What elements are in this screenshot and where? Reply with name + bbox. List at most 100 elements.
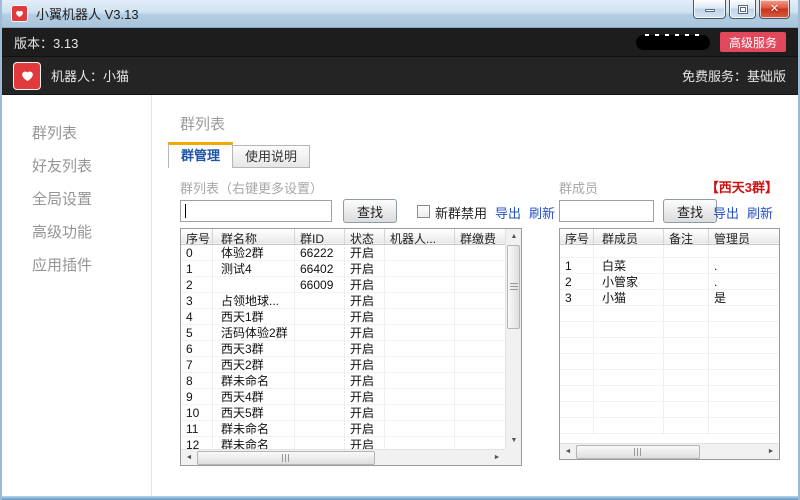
group-table-hscrollbar[interactable]: ◄ ► (181, 449, 505, 465)
hscroll-track[interactable] (700, 444, 763, 459)
scroll-right-icon[interactable]: ► (489, 450, 505, 466)
scroll-left-icon[interactable]: ◄ (560, 444, 576, 460)
member-export-link[interactable]: 导出 (713, 203, 739, 222)
member-panel-title: 群成员 (559, 178, 598, 197)
member-table-hscrollbar[interactable]: ◄ ► (560, 443, 779, 459)
table-cell: 小管家 (594, 274, 664, 290)
column-header[interactable]: 序号 (181, 229, 213, 244)
thumb-grip-icon (510, 283, 518, 291)
group-search-input[interactable] (180, 200, 332, 222)
table-row[interactable] (560, 402, 779, 418)
table-cell: 开启 (345, 325, 385, 341)
redacted-pill (636, 35, 710, 50)
table-row[interactable]: 11群未命名开启 (181, 421, 505, 437)
hscroll-track[interactable] (375, 450, 489, 465)
table-row[interactable]: 3占领地球...开启 (181, 293, 505, 309)
table-cell (455, 389, 505, 405)
vscroll-track[interactable] (506, 329, 521, 433)
column-header[interactable]: 状态 (345, 229, 385, 244)
vscroll-thumb[interactable] (507, 245, 520, 329)
table-row[interactable]: 12群未命名开启 (181, 437, 505, 449)
hscroll-thumb[interactable] (197, 451, 375, 465)
column-header[interactable]: 备注 (664, 229, 709, 244)
group-table-vscrollbar[interactable]: ▲ ▼ (505, 229, 521, 449)
table-cell (709, 418, 779, 434)
hscroll-thumb[interactable] (576, 445, 700, 459)
table-row[interactable]: 7西天2群开启 (181, 357, 505, 373)
table-row[interactable] (560, 418, 779, 434)
robot-bar: 机器人：小猫 免费服务：基础版 (2, 57, 798, 95)
table-cell: 2 (181, 277, 213, 293)
tab-usage-instructions[interactable]: 使用说明 (232, 145, 310, 168)
table-cell: 测试4 (213, 261, 295, 277)
sidebar-item-global-settings[interactable]: 全局设置 (2, 183, 151, 216)
table-cell (709, 354, 779, 370)
group-export-link[interactable]: 导出 (495, 203, 521, 222)
table-cell (594, 354, 664, 370)
premium-service-button[interactable]: 高级服务 (720, 32, 786, 52)
table-cell (709, 402, 779, 418)
sidebar-item-group-list[interactable]: 群列表 (2, 117, 151, 150)
table-cell (295, 325, 345, 341)
close-button[interactable]: ✕ (759, 0, 790, 19)
table-row[interactable]: 1测试466402开启 (181, 261, 505, 277)
table-row[interactable] (560, 370, 779, 386)
member-search-input[interactable] (559, 200, 654, 222)
window-bottom-frame (2, 496, 798, 500)
table-cell (709, 306, 779, 322)
new-group-disable-checkbox[interactable] (417, 205, 430, 218)
table-row[interactable]: 266009开启 (181, 277, 505, 293)
sidebar-item-friend-list[interactable]: 好友列表 (2, 150, 151, 183)
column-header[interactable]: 群ID (295, 229, 345, 244)
scroll-left-icon[interactable]: ◄ (181, 450, 197, 466)
column-header[interactable]: 序号 (560, 229, 594, 244)
sidebar-item-plugins[interactable]: 应用插件 (2, 249, 151, 282)
table-row[interactable]: 3小猫是 (560, 290, 779, 306)
table-cell: 开启 (345, 341, 385, 357)
version-bar: 版本：3.13 高级服务 (2, 28, 798, 57)
table-row[interactable]: 4西天1群开启 (181, 309, 505, 325)
sidebar-item-advanced-features[interactable]: 高级功能 (2, 216, 151, 249)
column-header[interactable]: 管理员 (709, 229, 779, 244)
table-row[interactable] (560, 322, 779, 338)
group-refresh-link[interactable]: 刷新 (529, 203, 555, 222)
table-cell (560, 322, 594, 338)
minimize-button[interactable] (693, 0, 726, 19)
maximize-button[interactable] (729, 0, 756, 19)
scroll-up-icon[interactable]: ▲ (506, 229, 522, 245)
member-find-button[interactable]: 查找 (663, 199, 717, 223)
scroll-down-icon[interactable]: ▼ (506, 433, 522, 449)
table-row[interactable]: 9西天4群开启 (181, 389, 505, 405)
tab-group-management[interactable]: 群管理 (168, 142, 233, 168)
table-row[interactable] (560, 245, 779, 258)
table-cell (295, 421, 345, 437)
table-row[interactable] (560, 338, 779, 354)
app-logo-icon (11, 5, 28, 22)
table-row[interactable] (560, 306, 779, 322)
table-row[interactable]: 5活码体验2群开启 (181, 325, 505, 341)
group-find-button[interactable]: 查找 (343, 199, 397, 223)
table-row[interactable]: 10西天5群开启 (181, 405, 505, 421)
table-row[interactable] (560, 386, 779, 402)
table-cell (709, 245, 779, 258)
table-cell (213, 277, 295, 293)
titlebar[interactable]: 小翼机器人 V3.13 ✕ (2, 0, 798, 28)
table-row[interactable]: 1白菜. (560, 258, 779, 274)
table-row[interactable]: 8群未命名开启 (181, 373, 505, 389)
table-row[interactable] (560, 354, 779, 370)
table-cell (455, 357, 505, 373)
table-cell (295, 357, 345, 373)
column-header[interactable]: 机器人... (385, 229, 455, 244)
table-row[interactable]: 6西天3群开启 (181, 341, 505, 357)
table-cell: 8 (181, 373, 213, 389)
column-header[interactable]: 群名称 (213, 229, 295, 244)
table-cell (594, 386, 664, 402)
column-header[interactable]: 群成员 (594, 229, 664, 244)
table-cell (560, 245, 594, 258)
table-row[interactable]: 0体验2群66222开启 (181, 245, 505, 261)
member-refresh-link[interactable]: 刷新 (747, 203, 773, 222)
scroll-right-icon[interactable]: ► (763, 444, 779, 460)
column-header[interactable]: 群缴费 (455, 229, 505, 244)
table-row[interactable]: 2小管家. (560, 274, 779, 290)
new-group-disable-label[interactable]: 新群禁用 (435, 203, 487, 222)
